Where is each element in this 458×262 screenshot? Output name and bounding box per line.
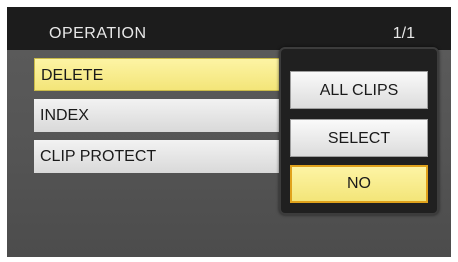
menu-item-label: DELETE — [41, 67, 104, 84]
menu-title: OPERATION — [49, 25, 147, 42]
page-indicator: 1/1 — [392, 25, 415, 42]
menu-header: OPERATION 1/1 — [7, 7, 451, 50]
delete-options-popup: ALL CLIPS SELECT NO — [279, 47, 439, 215]
no-button[interactable]: NO — [290, 165, 428, 203]
menu-item-label: INDEX — [40, 107, 89, 124]
menu-item-label: CLIP PROTECT — [40, 148, 157, 165]
select-button[interactable]: SELECT — [290, 119, 428, 157]
camera-menu-screen: OPERATION 1/1 DELETE INDEX NO CLIP PROTE… — [7, 7, 451, 257]
all-clips-button[interactable]: ALL CLIPS — [290, 71, 428, 109]
